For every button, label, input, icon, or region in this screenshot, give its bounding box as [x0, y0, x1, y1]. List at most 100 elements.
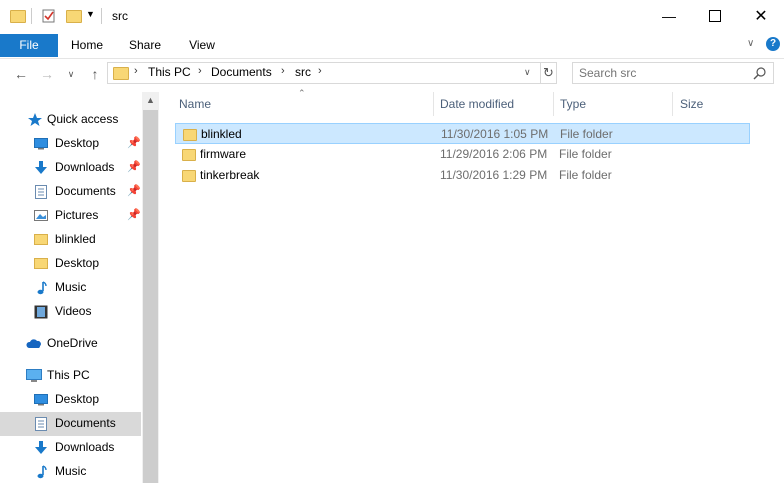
column-date-modified[interactable]: Date modified: [440, 97, 514, 111]
window-title: src: [112, 9, 128, 23]
downloads-icon: [34, 441, 48, 454]
file-date-modified: 11/30/2016 1:05 PM: [441, 127, 549, 141]
column-name[interactable]: Name: [179, 97, 211, 111]
column-divider[interactable]: [672, 92, 673, 116]
sidebar-item-music[interactable]: Music: [0, 276, 141, 300]
sort-ascending-icon: ⌃: [298, 88, 306, 98]
nav-onedrive[interactable]: OneDrive: [0, 332, 141, 356]
sidebar-item-documents[interactable]: Documents: [0, 412, 141, 436]
chevron-right-icon: ›: [318, 65, 322, 77]
maximize-button[interactable]: [692, 0, 738, 32]
up-button[interactable]: ↑: [86, 66, 104, 82]
folder-icon: [182, 149, 196, 161]
sidebar-item-label: Music: [55, 280, 87, 294]
pin-icon[interactable]: 📌: [127, 160, 141, 173]
folder-icon: [183, 129, 197, 141]
close-button[interactable]: ✕: [738, 0, 784, 32]
tab-view[interactable]: View: [180, 34, 224, 57]
breadcrumb-this-pc[interactable]: This PC: [148, 65, 191, 79]
column-divider[interactable]: [433, 92, 434, 116]
nav-this-pc[interactable]: This PC: [0, 364, 141, 388]
sidebar-item-label: Videos: [55, 304, 92, 318]
file-row[interactable]: tinkerbreak 11/30/2016 1:29 PM File folder: [175, 165, 750, 186]
recent-locations-icon[interactable]: ∨: [62, 66, 80, 82]
sidebar-item-videos[interactable]: Videos: [0, 300, 141, 324]
sidebar-item-label: Documents: [55, 184, 116, 198]
tab-home[interactable]: Home: [64, 34, 110, 57]
breadcrumb-src[interactable]: src: [295, 65, 311, 79]
sidebar-item-label: blinkled: [55, 232, 96, 246]
search-icon[interactable]: [752, 66, 768, 82]
new-folder-icon[interactable]: [66, 10, 82, 23]
pin-icon[interactable]: 📌: [127, 136, 141, 149]
properties-icon[interactable]: [41, 8, 57, 24]
chevron-right-icon: ›: [281, 65, 285, 77]
sidebar-item-pictures[interactable]: Pictures 📌: [0, 204, 141, 228]
refresh-icon[interactable]: ↻: [543, 65, 554, 81]
desktop-icon: [34, 393, 48, 406]
customize-toolbar-icon[interactable]: ▼: [86, 9, 95, 19]
help-icon[interactable]: ?: [766, 37, 780, 51]
sidebar-item-desktop[interactable]: Desktop: [0, 388, 141, 412]
computer-icon: [26, 369, 42, 382]
sidebar-item-label: Desktop: [55, 392, 100, 406]
sidebar-item-documents[interactable]: Documents 📌: [0, 180, 141, 204]
downloads-icon: [34, 161, 48, 174]
pictures-icon: [34, 209, 48, 222]
maximize-icon: [709, 10, 721, 22]
chevron-right-icon: ›: [198, 65, 202, 77]
sidebar-item-downloads[interactable]: Downloads: [0, 436, 141, 460]
file-name: tinkerbreak: [200, 168, 260, 182]
nav-label: Quick access: [47, 112, 119, 126]
pin-icon[interactable]: 📌: [127, 208, 141, 221]
sidebar-item-label: Music: [55, 464, 87, 478]
sidebar-item-desktop[interactable]: Desktop: [0, 252, 141, 276]
separator: [31, 8, 32, 24]
search-input[interactable]: [579, 66, 749, 80]
column-size[interactable]: Size: [680, 97, 703, 111]
minimize-button[interactable]: —: [646, 0, 692, 32]
pin-icon[interactable]: 📌: [127, 184, 141, 197]
file-row[interactable]: blinkled 11/30/2016 1:05 PM File folder: [175, 123, 750, 144]
chevron-right-icon: ›: [134, 65, 138, 77]
folder-icon: [34, 233, 48, 246]
sidebar-item-label: Desktop: [55, 136, 100, 150]
nav-label: This PC: [47, 368, 90, 382]
column-divider[interactable]: [553, 92, 554, 116]
back-button[interactable]: ←: [12, 66, 30, 82]
column-type[interactable]: Type: [560, 97, 586, 111]
file-date-modified: 11/29/2016 2:06 PM: [440, 147, 548, 161]
sidebar-item-music[interactable]: Music: [0, 460, 141, 484]
nav-label: OneDrive: [47, 336, 98, 350]
folder-icon: [113, 67, 129, 80]
file-name: blinkled: [201, 127, 242, 141]
folder-icon: [34, 257, 48, 270]
sidebar-item-label: Documents: [55, 416, 116, 430]
address-dropdown-icon[interactable]: ∨: [524, 67, 531, 78]
file-type: File folder: [560, 127, 613, 141]
sidebar-item-blinkled[interactable]: blinkled: [0, 228, 141, 252]
scrollbar-thumb[interactable]: [143, 110, 158, 483]
tab-share[interactable]: Share: [122, 34, 168, 57]
expand-ribbon-icon[interactable]: ∨: [747, 38, 754, 49]
documents-icon: [34, 185, 48, 199]
nav-quick-access[interactable]: Quick access: [0, 108, 141, 132]
separator: [101, 8, 102, 24]
ribbon: [0, 34, 784, 59]
sidebar-item-label: Downloads: [55, 440, 115, 454]
sidebar-item-downloads[interactable]: Downloads 📌: [0, 156, 141, 180]
forward-button[interactable]: →: [38, 66, 56, 82]
sidebar-item-desktop[interactable]: Desktop 📌: [0, 132, 141, 156]
folder-icon: [10, 10, 26, 23]
sidebar-item-label: Downloads: [55, 160, 115, 174]
breadcrumb-documents[interactable]: Documents: [211, 65, 272, 79]
scroll-up-icon[interactable]: ▲: [142, 92, 159, 109]
cloud-icon: [26, 337, 41, 350]
documents-icon: [34, 417, 48, 431]
sidebar-item-label: Pictures: [55, 208, 99, 222]
tab-file[interactable]: File: [0, 34, 58, 57]
file-row[interactable]: firmware 11/29/2016 2:06 PM File folder: [175, 144, 750, 165]
desktop-icon: [34, 137, 48, 150]
file-type: File folder: [559, 147, 612, 161]
nav-scrollbar[interactable]: ▲: [142, 92, 159, 483]
